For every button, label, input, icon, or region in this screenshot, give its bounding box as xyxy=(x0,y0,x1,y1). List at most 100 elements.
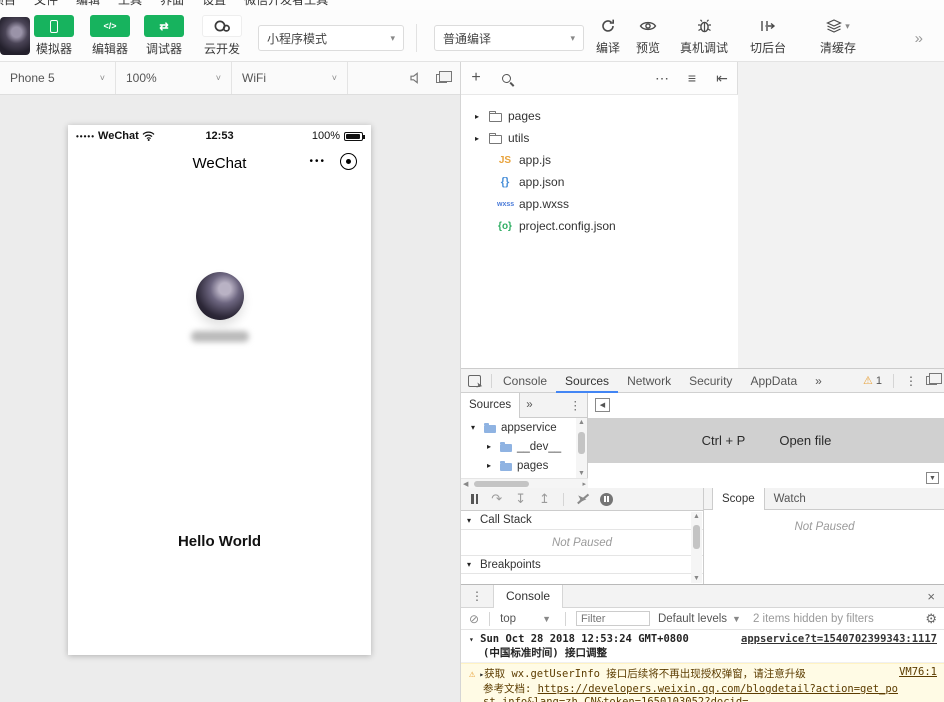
warning-count-badge[interactable]: ⚠ 1 xyxy=(863,374,882,387)
tree-item-app-js[interactable]: JS app.js xyxy=(461,149,738,171)
compile-mode-select[interactable]: 普通编译 ▾ xyxy=(434,25,584,51)
tree-item-utils[interactable]: ▸ utils xyxy=(461,127,738,149)
scroll-down-icon[interactable]: ▼ xyxy=(576,470,587,477)
tab-network[interactable]: Network xyxy=(618,369,680,393)
tree-item-app-wxss[interactable]: wxss app.wxss xyxy=(461,193,738,215)
horizontal-scrollbar[interactable]: ◀ ▸ xyxy=(461,478,588,488)
pause-button[interactable] xyxy=(471,494,478,504)
sound-button[interactable] xyxy=(402,62,428,94)
source-link[interactable]: appservice?t=1540702399343:1117 xyxy=(741,633,937,645)
compile-button[interactable]: 编译 xyxy=(588,15,628,56)
nav-menu-button[interactable]: ⋮ xyxy=(570,398,588,412)
filter-input[interactable] xyxy=(576,611,650,626)
drawer-toggle-icon[interactable]: ▼ xyxy=(926,472,939,484)
zoom-select-value: 100% xyxy=(126,71,157,85)
step-out-button[interactable]: ↥ xyxy=(539,491,550,507)
capsule-home-button[interactable] xyxy=(340,153,357,170)
tree-item-app-json[interactable]: {} app.json xyxy=(461,171,738,193)
scroll-right-icon[interactable]: ▸ xyxy=(582,480,586,488)
scrollbar-thumb[interactable] xyxy=(693,525,700,549)
step-into-button[interactable]: ↧ xyxy=(515,491,526,507)
menu-item-devtools[interactable]: 微信开发者工具 xyxy=(244,0,328,10)
debugger-button[interactable]: ⇄ 调试器 xyxy=(142,15,186,57)
sources-nav-tab[interactable]: Sources xyxy=(461,393,520,418)
device-debug-button[interactable]: 真机调试 xyxy=(676,15,732,56)
menu-item-settings[interactable]: 设置 xyxy=(202,0,226,10)
file-list-button[interactable]: ≡ xyxy=(677,70,707,87)
call-stack-header[interactable]: ▾ Call Stack xyxy=(461,511,703,530)
hide-navigator-button[interactable]: ◀ xyxy=(595,398,610,412)
mode-select[interactable]: 小程序模式 ▾ xyxy=(258,25,404,51)
tab-scope[interactable]: Scope xyxy=(712,488,765,510)
tab-console-drawer[interactable]: Console xyxy=(493,585,563,608)
menu-item-edit[interactable]: 编辑 xyxy=(76,0,100,10)
menu-item-tools[interactable]: 工具 xyxy=(118,0,142,10)
add-file-button[interactable]: + xyxy=(461,69,491,87)
scroll-left-icon[interactable]: ◀ xyxy=(463,480,468,488)
menu-item-file[interactable]: 文件 xyxy=(34,0,58,10)
breakpoints-header[interactable]: ▾ Breakpoints xyxy=(461,555,703,574)
vertical-scrollbar[interactable]: ▲ ▼ xyxy=(576,418,587,478)
nav-more-button[interactable]: » xyxy=(520,399,538,411)
menu-item-project[interactable]: 项目 xyxy=(0,0,16,10)
doc-url-link-continued[interactable]: st_info&lang=zh_CN&token=1650103052?doci… xyxy=(483,696,749,702)
preview-button[interactable]: 预览 xyxy=(628,15,668,56)
tab-watch[interactable]: Watch xyxy=(765,488,815,510)
close-drawer-button[interactable]: × xyxy=(927,589,944,604)
phone-screen[interactable]: ••••• WeChat 12:53 100% WeChat xyxy=(68,125,371,655)
menu-item-view[interactable]: 界面 xyxy=(160,0,184,10)
tab-appdata[interactable]: AppData xyxy=(741,369,806,393)
log-entry[interactable]: ▾ Sun Oct 28 2018 12:53:24 GMT+0800 apps… xyxy=(461,630,944,663)
cloud-dev-button[interactable]: 云开发 xyxy=(200,15,244,57)
dock-window-icon[interactable] xyxy=(926,376,937,385)
collapse-panel-button[interactable]: ⇤ xyxy=(707,70,737,87)
preview-button-label: 预览 xyxy=(628,39,668,56)
context-select-value: top xyxy=(500,613,516,625)
scroll-up-icon[interactable]: ▲ xyxy=(576,419,587,426)
scrollbar-thumb[interactable] xyxy=(474,481,529,487)
levels-select[interactable]: Default levels ▼ xyxy=(658,613,745,625)
zoom-select[interactable]: 100% ˅ xyxy=(116,62,232,94)
vertical-scrollbar[interactable]: ▲ ▼ xyxy=(691,512,702,583)
devtools-menu-button[interactable]: ⋮ xyxy=(905,374,917,388)
network-select[interactable]: WiFi ˅ xyxy=(232,62,348,94)
drawer-menu-button[interactable]: ⋮ xyxy=(461,589,493,603)
scroll-up-icon[interactable]: ▲ xyxy=(691,513,702,520)
user-avatar[interactable] xyxy=(0,17,30,55)
warning-log-entry[interactable]: ⚠▸获取 wx.getUserInfo 接口后续将不再出现授权弹窗，请注意升级 … xyxy=(461,663,944,702)
toolbar-more-button[interactable]: » xyxy=(915,30,922,47)
src-tree-dev[interactable]: ▸ __dev__ xyxy=(461,437,587,456)
doc-url-link[interactable]: https://developers.weixin.qq.com/blogdet… xyxy=(538,683,898,695)
source-link[interactable]: VM76:1 xyxy=(899,666,937,681)
clear-console-button[interactable]: ⊘ xyxy=(469,612,479,626)
src-tree-appservice[interactable]: ▾ appservice xyxy=(461,418,587,437)
tab-sources[interactable]: Sources xyxy=(556,369,618,393)
tree-item-project-config[interactable]: {o} project.config.json xyxy=(461,215,738,237)
more-options-button[interactable]: ⋯ xyxy=(647,70,677,87)
tab-security[interactable]: Security xyxy=(680,369,741,393)
warning-icon: ⚠ xyxy=(469,668,475,680)
deactivate-breakpoints-button[interactable]: ➤ xyxy=(577,492,587,506)
tab-console[interactable]: Console xyxy=(494,369,556,393)
src-tree-pages[interactable]: ▸ pages xyxy=(461,456,587,475)
device-select[interactable]: Phone 5 ˅ xyxy=(0,62,116,94)
editor-button[interactable]: </> 编辑器 xyxy=(88,15,132,57)
tree-item-pages[interactable]: ▸ pages xyxy=(461,105,738,127)
simulator-button[interactable]: 模拟器 xyxy=(32,15,76,57)
more-menu-button[interactable]: ••• xyxy=(309,156,326,167)
scrollbar-thumb[interactable] xyxy=(578,432,585,454)
pause-on-exceptions-button[interactable] xyxy=(600,493,613,506)
step-over-button[interactable]: ↷ xyxy=(491,491,502,507)
inspect-element-icon[interactable] xyxy=(468,375,481,387)
clear-cache-button[interactable]: ▾ 清缓存 xyxy=(812,15,864,56)
multi-window-button[interactable] xyxy=(428,62,454,94)
context-select[interactable]: top ▼ xyxy=(500,613,555,625)
scroll-down-icon[interactable]: ▼ xyxy=(691,575,702,582)
profile-avatar[interactable] xyxy=(196,272,244,320)
expander-icon[interactable]: ▾ xyxy=(469,635,474,644)
background-switch-button[interactable]: 切后台 xyxy=(744,15,792,56)
gear-icon[interactable]: ⚙ xyxy=(925,611,937,627)
tabs-more-button[interactable]: » xyxy=(806,369,831,393)
battery-percent: 100% xyxy=(312,130,340,142)
search-button[interactable] xyxy=(491,70,521,86)
